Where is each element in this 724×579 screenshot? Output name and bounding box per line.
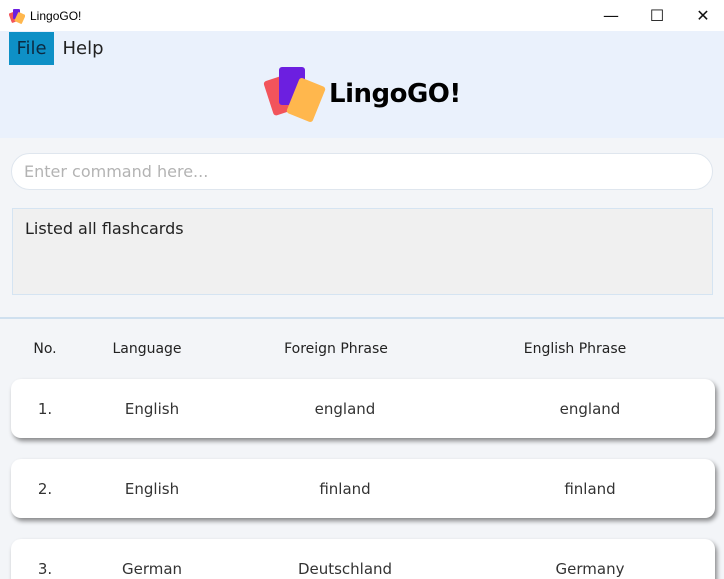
app-logo-icon xyxy=(9,9,25,24)
menu-help[interactable]: Help xyxy=(57,32,109,65)
minimize-icon: — xyxy=(603,6,619,25)
column-header-english-phrase: English Phrase xyxy=(523,341,627,357)
menu-file[interactable]: File xyxy=(9,32,54,65)
column-header-foreign-phrase: Foreign Phrase xyxy=(284,341,388,357)
row-english-phrase: finland xyxy=(564,480,616,498)
flashcard-row[interactable]: 3. German Deutschland Germany xyxy=(11,539,715,579)
result-message: Listed all flashcards xyxy=(25,219,184,238)
flashcard-row[interactable]: 1. English england england xyxy=(11,379,715,438)
app-window: LingoGO! — ☐ ✕ File Help LingoGO! Listed… xyxy=(0,0,724,579)
row-english-phrase: england xyxy=(559,400,621,418)
row-language: English xyxy=(124,480,180,498)
maximize-button[interactable]: ☐ xyxy=(634,0,680,31)
row-english-phrase: Germany xyxy=(555,560,625,578)
row-number: 3. xyxy=(37,560,53,578)
row-language: German xyxy=(121,560,183,578)
title-bar[interactable]: LingoGO! — ☐ ✕ xyxy=(0,0,724,31)
column-header-language: Language xyxy=(112,341,182,357)
row-number: 1. xyxy=(37,400,53,418)
app-header: File Help LingoGO! xyxy=(0,31,724,138)
result-display: Listed all flashcards xyxy=(12,208,713,295)
row-number: 2. xyxy=(37,480,53,498)
row-language: English xyxy=(124,400,180,418)
maximize-icon: ☐ xyxy=(649,6,665,25)
logo-text: LingoGO! xyxy=(329,79,461,109)
command-input[interactable] xyxy=(11,153,713,190)
divider xyxy=(0,317,724,319)
minimize-button[interactable]: — xyxy=(588,0,634,31)
window-title: LingoGO! xyxy=(30,9,82,23)
logo-cards-icon xyxy=(263,67,326,122)
row-foreign-phrase: Deutschland xyxy=(297,560,393,578)
row-foreign-phrase: finland xyxy=(319,480,371,498)
close-icon: ✕ xyxy=(696,6,710,25)
close-button[interactable]: ✕ xyxy=(680,0,724,31)
column-header-number: No. xyxy=(33,341,57,357)
flashcard-row[interactable]: 2. English finland finland xyxy=(11,459,715,518)
row-foreign-phrase: england xyxy=(314,400,376,418)
